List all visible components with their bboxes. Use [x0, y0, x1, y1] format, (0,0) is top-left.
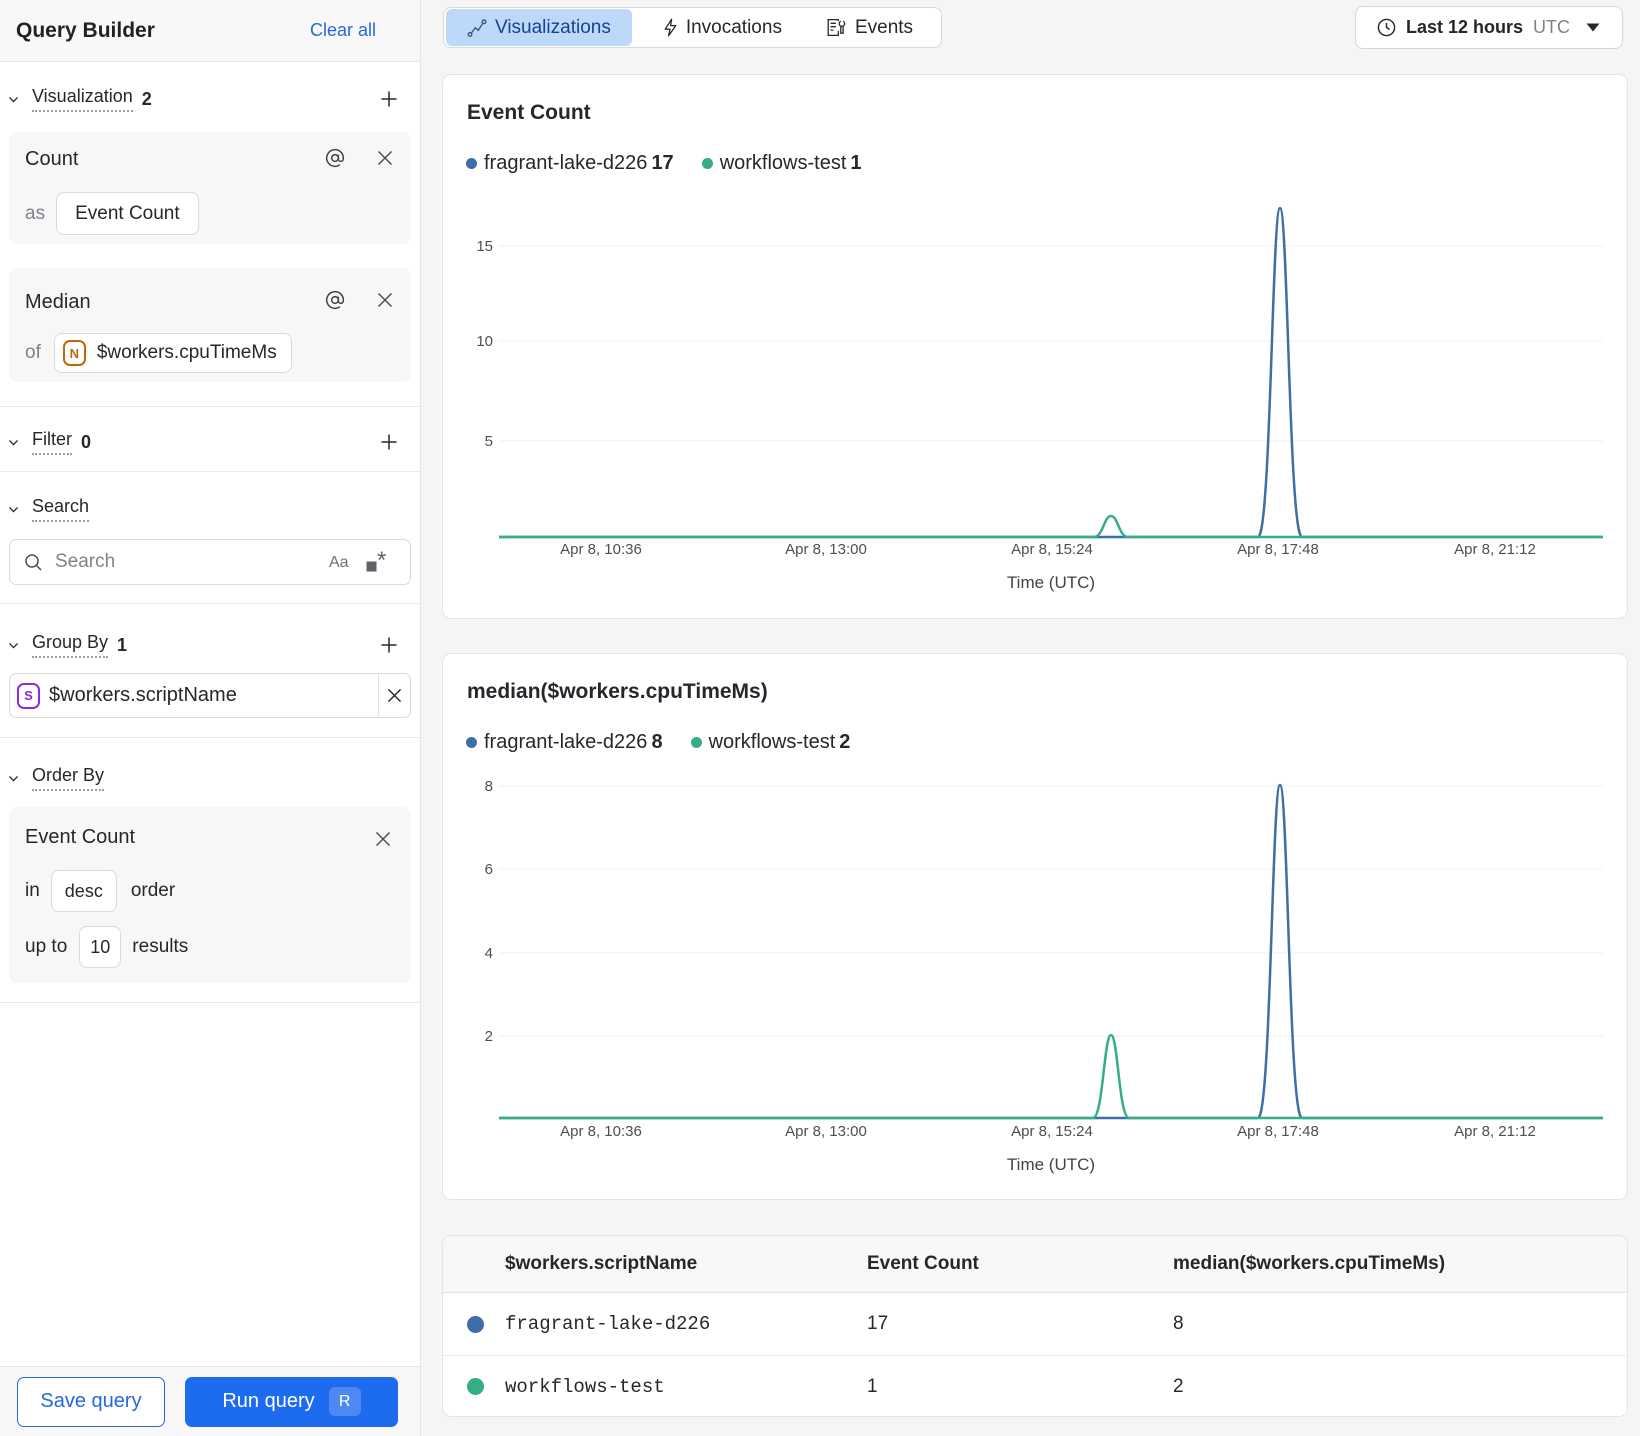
svg-text:Aa: Aa: [329, 554, 349, 571]
svg-text:2: 2: [485, 1028, 493, 1045]
svg-text:Apr 8, 13:00: Apr 8, 13:00: [785, 541, 867, 558]
svg-text:*: *: [377, 551, 386, 573]
svg-text:Apr 8, 10:36: Apr 8, 10:36: [560, 1123, 642, 1140]
svg-text:15: 15: [476, 238, 493, 255]
svg-text:Apr 8, 17:48: Apr 8, 17:48: [1237, 541, 1319, 558]
svg-text:Apr 8, 13:00: Apr 8, 13:00: [785, 1123, 867, 1140]
svg-text:Time (UTC): Time (UTC): [1007, 1155, 1095, 1174]
svg-text:Apr 8, 10:36: Apr 8, 10:36: [560, 541, 642, 558]
svg-text:Apr 8, 15:24: Apr 8, 15:24: [1011, 541, 1093, 558]
svg-text:4: 4: [485, 945, 493, 962]
svg-text:Time (UTC): Time (UTC): [1007, 573, 1095, 592]
svg-text:Apr 8, 21:12: Apr 8, 21:12: [1454, 1123, 1536, 1140]
svg-text:Apr 8, 15:24: Apr 8, 15:24: [1011, 1123, 1093, 1140]
svg-text:Apr 8, 21:12: Apr 8, 21:12: [1454, 541, 1536, 558]
svg-text:8: 8: [485, 778, 493, 795]
svg-text:Apr 8, 17:48: Apr 8, 17:48: [1237, 1123, 1319, 1140]
svg-text:10: 10: [476, 333, 493, 350]
svg-text:5: 5: [485, 433, 493, 450]
svg-text:6: 6: [485, 861, 493, 878]
